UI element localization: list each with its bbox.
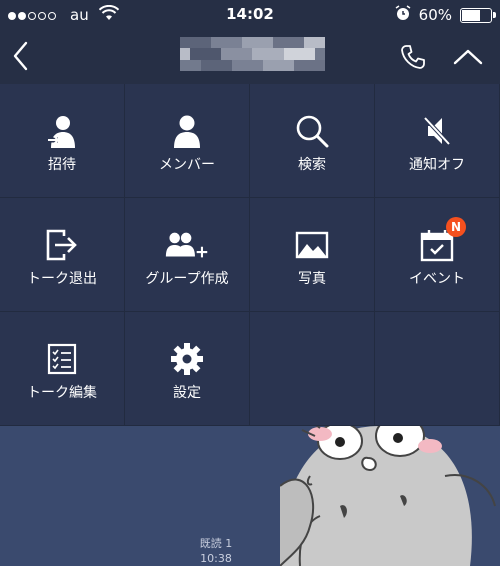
mosaic-pixel (262, 48, 274, 60)
status-bar: au 14:02 60% (0, 0, 500, 30)
mosaic-pixel (273, 37, 284, 49)
mosaic-pixel (242, 37, 253, 49)
members-icon (165, 111, 209, 151)
menu-item-settings[interactable]: 設定 (125, 312, 250, 426)
mosaic-pixel (283, 59, 294, 71)
mosaic-pixel (293, 37, 305, 49)
photo-icon (290, 225, 334, 265)
menu-item-label: 写真 (298, 271, 326, 287)
menu-item-label: 設定 (173, 385, 201, 401)
mosaic-pixel (252, 37, 263, 49)
status-right: 60% (395, 5, 496, 25)
mosaic-pixel (211, 48, 222, 60)
mosaic-pixel (252, 59, 263, 71)
mosaic-pixel (283, 48, 294, 60)
nav-bar (0, 30, 500, 84)
menu-item-notifications-off[interactable]: 通知オフ (375, 84, 500, 198)
menu-item-edit-chat[interactable]: トーク編集 (0, 312, 125, 426)
chat-title-blurred (180, 37, 325, 71)
mosaic-pixel (314, 59, 325, 71)
mosaic-pixel (252, 48, 263, 60)
mosaic-pixel (262, 59, 274, 71)
alarm-icon (395, 5, 411, 25)
menu-item-events[interactable]: イベント (375, 198, 500, 312)
message-meta: 既読 1 10:38 (190, 536, 242, 566)
edit-chat-icon (40, 339, 84, 379)
mosaic-pixel (242, 48, 253, 60)
mosaic-pixel (190, 37, 201, 49)
menu-item-label: イベント (409, 271, 465, 287)
mosaic-pixel (273, 48, 284, 60)
mosaic-pixel (304, 37, 315, 49)
mosaic-pixel (221, 37, 232, 49)
mosaic-pixel (190, 48, 201, 60)
menu-item-search[interactable]: 検索 (250, 84, 375, 198)
mosaic-pixel (314, 48, 325, 60)
mosaic-pixel (314, 37, 325, 49)
mosaic-pixel (200, 37, 212, 49)
menu-item-label: 検索 (298, 157, 326, 173)
mosaic-pixel (221, 48, 232, 60)
sticker-image[interactable] (279, 426, 500, 566)
mosaic-pixel (211, 37, 222, 49)
mosaic-pixel (293, 59, 305, 71)
battery-percent: 60% (418, 6, 452, 24)
chat-menu-panel: 招待 メンバー 検索 通知オフ トーク退出 グループ作成 写真 イベント トーク… (0, 84, 500, 426)
mosaic-pixel (221, 59, 232, 71)
chevron-up-icon[interactable] (452, 44, 484, 70)
menu-item-leave-chat[interactable]: トーク退出 (0, 198, 125, 312)
search-icon (290, 111, 334, 151)
mosaic-pixel (231, 48, 243, 60)
phone-icon[interactable] (398, 42, 428, 72)
mosaic-pixel (180, 48, 191, 60)
chevron-left-icon[interactable] (8, 40, 36, 72)
mosaic-pixel (190, 59, 201, 71)
mosaic-pixel (200, 59, 212, 71)
leave-chat-icon (40, 225, 84, 265)
chat-area[interactable]: 既読 1 10:38 (0, 426, 500, 566)
mosaic-pixel (283, 37, 294, 49)
mosaic-pixel (231, 59, 243, 71)
gear-icon (165, 339, 209, 379)
mosaic-pixel (211, 59, 222, 71)
mosaic-pixel (242, 59, 253, 71)
mosaic-pixel (262, 37, 274, 49)
menu-item-label: 招待 (48, 157, 76, 173)
battery-icon (460, 7, 496, 23)
mosaic-pixel (304, 48, 315, 60)
mosaic-pixel (293, 48, 305, 60)
create-group-icon (165, 225, 209, 265)
menu-item-label: トーク退出 (27, 271, 97, 287)
menu-item-label: トーク編集 (27, 385, 97, 401)
mosaic-pixel (180, 59, 191, 71)
read-status: 既読 1 (199, 537, 233, 550)
mosaic-pixel (273, 59, 284, 71)
mosaic-pixel (200, 48, 212, 60)
mosaic-pixel (231, 37, 243, 49)
menu-empty-cell (250, 312, 375, 426)
menu-item-label: 通知オフ (409, 157, 465, 173)
invite-user-icon (40, 111, 84, 151)
event-new-badge: N (446, 217, 466, 237)
menu-item-invite[interactable]: 招待 (0, 84, 125, 198)
mute-icon (415, 111, 459, 151)
message-time: 10:38 (200, 552, 232, 565)
menu-item-photos[interactable]: 写真 (250, 198, 375, 312)
menu-item-label: メンバー (159, 157, 215, 173)
menu-empty-cell (375, 312, 500, 426)
menu-item-create-group[interactable]: グループ作成 (125, 198, 250, 312)
mosaic-pixel (304, 59, 315, 71)
menu-item-members[interactable]: メンバー (125, 84, 250, 198)
menu-item-label: グループ作成 (145, 271, 229, 287)
mosaic-pixel (180, 37, 191, 49)
